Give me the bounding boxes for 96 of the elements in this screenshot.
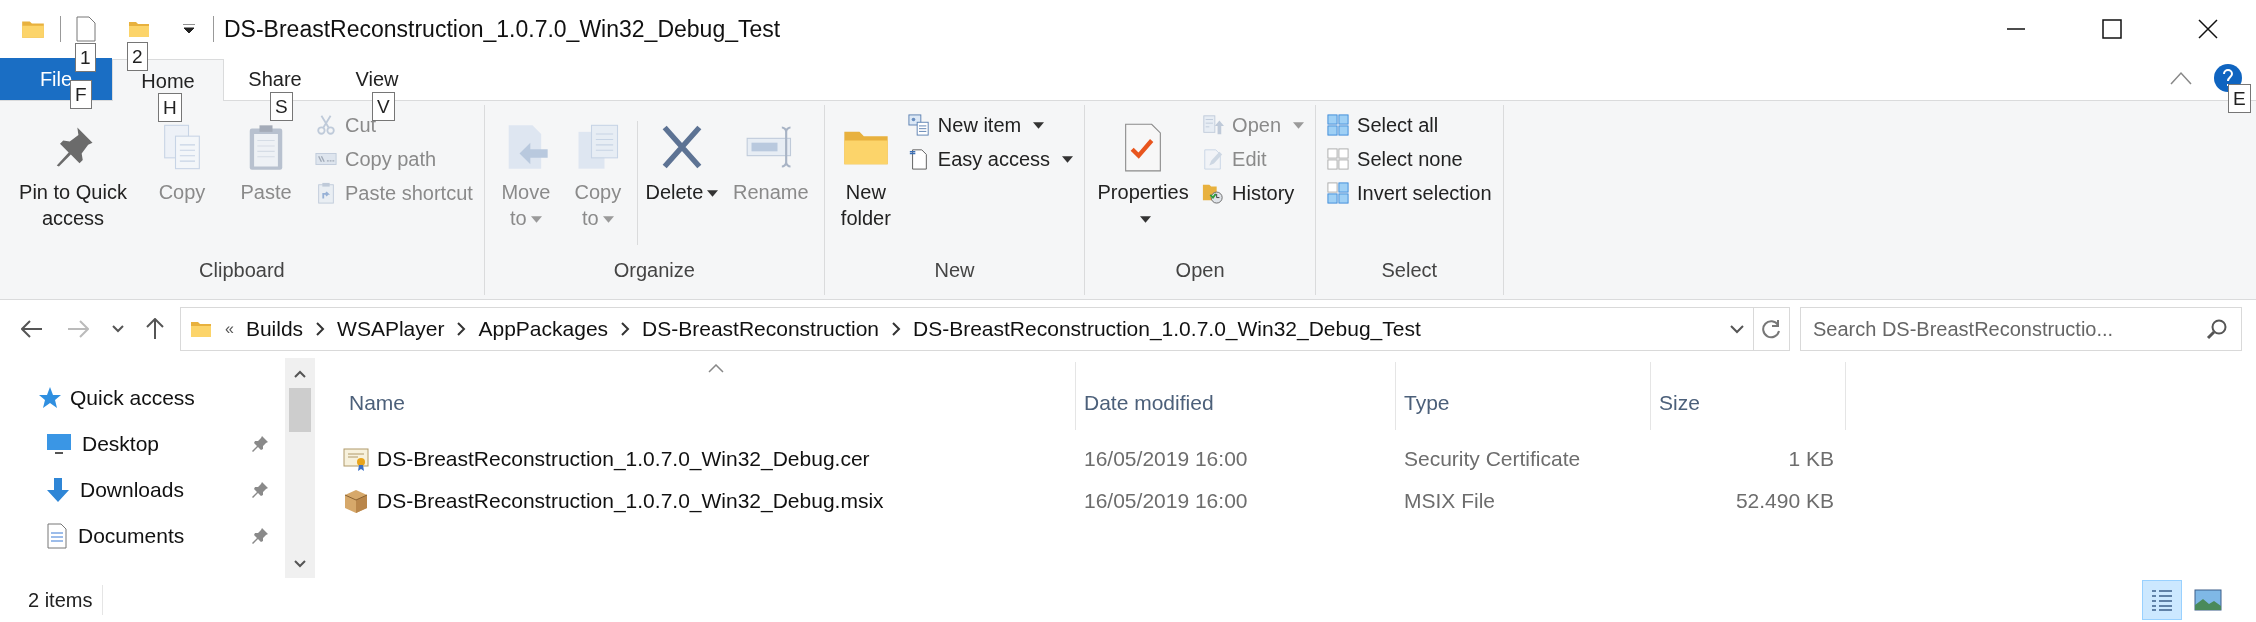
details-view-icon bbox=[2150, 588, 2174, 612]
date-modified: 16/05/2019 16:00 bbox=[1083, 488, 1249, 515]
file-row[interactable]: DS-BreastReconstruction_1.0.7.0_Win32_Debug.cer 16/05/2019 16:00 Security Certificate 1 KB bbox=[341, 438, 1846, 480]
caret-icon bbox=[183, 24, 195, 34]
group-label: Select bbox=[1380, 258, 1439, 283]
breadcrumb[interactable]: Builds bbox=[245, 313, 304, 345]
monitor-icon bbox=[46, 433, 72, 455]
new-item-icon bbox=[907, 114, 930, 136]
nav-item[interactable]: Downloads bbox=[0, 472, 285, 508]
pin-icon bbox=[251, 527, 269, 545]
customize-toolbar-button[interactable] bbox=[183, 24, 195, 34]
file-type: MSIX File bbox=[1403, 488, 1496, 515]
breadcrumb[interactable]: AppPackages bbox=[478, 313, 609, 345]
keytip: S bbox=[270, 92, 293, 121]
file-size: 1 KB bbox=[1787, 446, 1835, 473]
edit-icon bbox=[1202, 148, 1225, 170]
chevron-down-icon bbox=[294, 560, 306, 568]
chevron-down-icon bbox=[1730, 324, 1744, 334]
file-name: DS-BreastReconstruction_1.0.7.0_Win32_Debug.msix bbox=[377, 488, 884, 515]
arrow-down-icon bbox=[46, 477, 70, 503]
nav-item[interactable]: Desktop bbox=[0, 426, 285, 462]
document-icon bbox=[46, 523, 68, 549]
scroll-thumb[interactable] bbox=[289, 388, 311, 432]
scissors-icon bbox=[315, 114, 337, 136]
column-header[interactable]: Name bbox=[341, 362, 1076, 430]
item-count: 2 items bbox=[28, 585, 104, 615]
ribbon-button[interactable]: New item bbox=[904, 111, 1077, 139]
keytip: 1 bbox=[75, 43, 96, 72]
chevron-right-icon bbox=[315, 322, 326, 336]
column-header[interactable]: Type bbox=[1396, 362, 1651, 430]
arrow-up-icon bbox=[146, 318, 164, 340]
chevron-right-icon bbox=[620, 322, 631, 336]
page-icon bbox=[907, 148, 930, 170]
ribbon-button[interactable]: History bbox=[1199, 179, 1308, 207]
box-icon bbox=[343, 488, 369, 514]
pin-icon bbox=[251, 435, 269, 453]
minimize-icon bbox=[2006, 28, 2026, 30]
keytip: E bbox=[2228, 84, 2251, 113]
help-icon bbox=[2222, 69, 2234, 87]
column-header[interactable]: Size bbox=[1651, 362, 1846, 430]
breadcrumb[interactable]: DS-BreastReconstruction bbox=[642, 313, 879, 345]
certificate-icon bbox=[343, 446, 369, 472]
arrow-right-icon bbox=[67, 320, 89, 338]
keytip: V bbox=[372, 92, 395, 121]
group-label: Open bbox=[1174, 258, 1226, 283]
column-header[interactable]: Date modified bbox=[1076, 362, 1396, 430]
ribbon-button[interactable]: Invert selection bbox=[1324, 179, 1495, 207]
group-label: New bbox=[933, 258, 976, 283]
nav-item[interactable]: Quick access bbox=[0, 380, 285, 416]
search-icon bbox=[2206, 318, 2228, 340]
chevron-up-icon bbox=[294, 370, 306, 378]
ribbon-button[interactable]: Select all bbox=[1324, 111, 1495, 139]
document-icon bbox=[75, 16, 97, 42]
select-all-icon bbox=[1327, 114, 1350, 136]
file-row[interactable]: DS-BreastReconstruction_1.0.7.0_Win32_Debug.msix 16/05/2019 16:00 MSIX File 52.490 KB bbox=[341, 480, 1846, 522]
window-title: DS-BreastReconstruction_1.0.7.0_Win32_Debug_Test bbox=[224, 14, 781, 44]
ribbon-button[interactable]: Easy access bbox=[904, 145, 1077, 173]
select-none-icon bbox=[1327, 148, 1350, 170]
file-name: DS-BreastReconstruction_1.0.7.0_Win32_Debug.cer bbox=[377, 446, 870, 473]
nav-item[interactable]: Documents bbox=[0, 518, 285, 554]
keytip: H bbox=[158, 93, 182, 122]
landscape-icon bbox=[2194, 589, 2222, 611]
details-view-button[interactable] bbox=[2142, 580, 2182, 620]
group-label: Clipboard bbox=[198, 258, 286, 283]
chevron-right-icon bbox=[456, 322, 467, 336]
collapse-ribbon-button[interactable] bbox=[2170, 71, 2192, 85]
chevron-up-icon bbox=[2170, 71, 2192, 85]
maximize-icon bbox=[2102, 19, 2122, 39]
group-label: Organize bbox=[612, 258, 696, 283]
date-modified: 16/05/2019 16:00 bbox=[1083, 446, 1249, 473]
ribbon-button[interactable]: Delete bbox=[643, 111, 720, 205]
ribbon-button[interactable]: Select none bbox=[1324, 145, 1495, 173]
search-field[interactable]: Search DS-BreastReconstructio... bbox=[1800, 307, 2242, 351]
chevron-right-icon bbox=[891, 322, 901, 336]
overflow-chevron: « bbox=[225, 319, 234, 339]
ribbon-button[interactable]: New folder bbox=[832, 111, 899, 231]
ribbon-button[interactable]: Properties bbox=[1093, 111, 1194, 231]
breadcrumb[interactable]: WSAPlayer bbox=[337, 313, 445, 345]
invert-selection-icon bbox=[1327, 182, 1350, 204]
close-icon bbox=[2198, 19, 2218, 39]
keytip: F bbox=[70, 80, 92, 109]
open-icon bbox=[1202, 114, 1225, 136]
star-icon bbox=[38, 386, 62, 410]
folder-clock-icon bbox=[1202, 182, 1225, 204]
file-type: Security Certificate bbox=[1403, 446, 1582, 473]
address-bar[interactable]: « Builds WSAPlayer AppPackages DS-BreastReconstruction DS-BreastReconstruction_1.0.7.0_Win32_Debug_Test bbox=[180, 307, 1790, 351]
arrow-left-icon bbox=[21, 320, 43, 338]
shortcut-icon bbox=[315, 182, 337, 204]
pin-icon bbox=[251, 481, 269, 499]
keytip: 2 bbox=[127, 42, 148, 71]
file-size: 52.490 KB bbox=[1734, 488, 1835, 515]
refresh-icon bbox=[1761, 318, 1782, 340]
chevron-down-icon bbox=[112, 325, 124, 333]
ribbon-button[interactable]: Pin to Quick access bbox=[8, 111, 138, 231]
scrollbar[interactable] bbox=[285, 358, 315, 578]
breadcrumb[interactable]: DS-BreastReconstruction_1.0.7.0_Win32_Debug_Test bbox=[913, 313, 1421, 345]
